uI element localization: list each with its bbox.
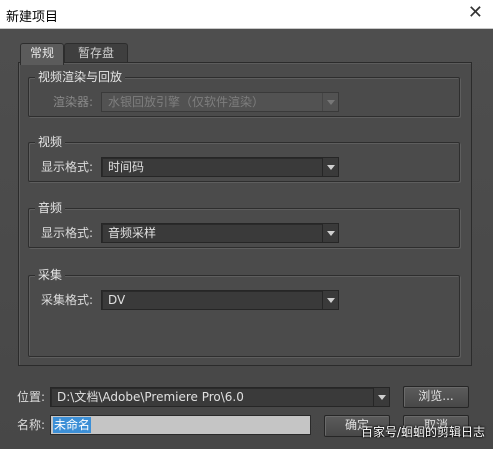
chevron-down-icon[interactable] xyxy=(322,291,338,309)
name-value: 未命名 xyxy=(53,417,92,433)
chevron-down-icon[interactable] xyxy=(373,388,389,406)
group-video: 视频 显示格式: 时间码 xyxy=(28,134,460,182)
dialog-body: 常规 暂存盘 视频渲染与回放 渲染器: 水银回放引擎（仅软件渲染） 视频 显示格… xyxy=(0,29,493,449)
audio-display-format-value: 音频采样 xyxy=(108,226,157,240)
group-legend: 音频 xyxy=(35,200,66,216)
capture-format-label: 采集格式: xyxy=(41,293,94,307)
close-icon[interactable]: ✕ xyxy=(468,3,483,23)
group-capture: 采集 采集格式: DV xyxy=(28,267,460,357)
video-display-format-select[interactable]: 时间码 xyxy=(101,157,339,177)
chevron-down-icon[interactable] xyxy=(322,158,338,176)
name-field[interactable]: 未命名 xyxy=(50,415,311,435)
location-label: 位置: xyxy=(17,390,46,404)
renderer-select: 水银回放引擎（仅软件渲染） xyxy=(101,92,339,112)
video-display-format-label: 显示格式: xyxy=(41,160,94,174)
tab-scratch-disks[interactable]: 暂存盘 xyxy=(64,43,128,64)
group-legend: 视频 xyxy=(35,134,66,150)
chevron-down-icon[interactable] xyxy=(322,224,338,242)
location-select[interactable]: D:\文档\Adobe\Premiere Pro\6.0 xyxy=(50,387,390,407)
group-audio: 音频 显示格式: 音频采样 xyxy=(28,200,460,248)
location-value: D:\文档\Adobe\Premiere Pro\6.0 xyxy=(57,390,244,404)
group-legend: 视频渲染与回放 xyxy=(35,69,126,85)
audio-display-format-label: 显示格式: xyxy=(41,226,94,240)
chevron-down-icon xyxy=(322,93,338,111)
capture-format-value: DV xyxy=(108,293,126,307)
watermark: 百家号/蛔蛔的剪辑日志 xyxy=(360,425,485,439)
renderer-value: 水银回放引擎（仅软件渲染） xyxy=(108,95,265,109)
audio-display-format-select[interactable]: 音频采样 xyxy=(101,223,339,243)
name-label: 名称: xyxy=(17,418,46,432)
group-video-render: 视频渲染与回放 渲染器: 水银回放引擎（仅软件渲染） xyxy=(28,69,460,117)
title-bar: 新建项目 ✕ xyxy=(0,0,493,29)
video-display-format-value: 时间码 xyxy=(108,160,145,174)
capture-format-select[interactable]: DV xyxy=(101,290,339,310)
tab-panel-general: 视频渲染与回放 渲染器: 水银回放引擎（仅软件渲染） 视频 显示格式: 时间码 … xyxy=(18,62,472,366)
window-title: 新建项目 xyxy=(6,10,59,25)
group-legend: 采集 xyxy=(35,267,66,283)
browse-button[interactable]: 浏览... xyxy=(403,386,469,408)
tab-general[interactable]: 常规 xyxy=(20,43,64,65)
renderer-label: 渲染器: xyxy=(53,95,94,109)
